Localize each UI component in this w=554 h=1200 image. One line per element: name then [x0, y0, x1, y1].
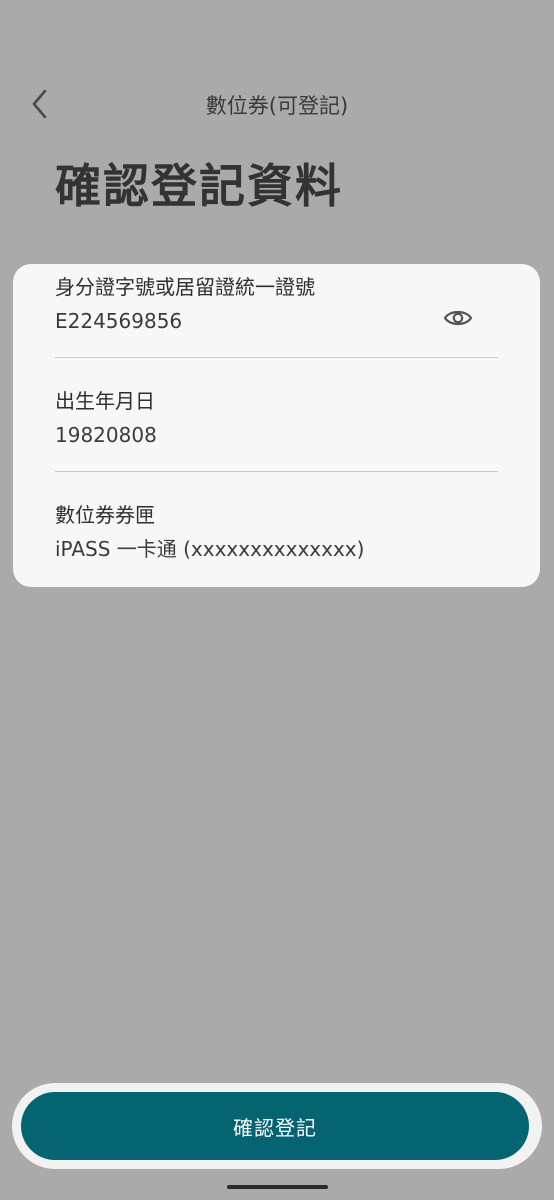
- top-bar: 數位券(可登記): [0, 78, 554, 130]
- info-card: 身分證字號或居留證統一證號 E224569856 出生年月日 19820808 …: [13, 264, 540, 587]
- header-title: 數位券(可登記): [205, 94, 349, 118]
- divider: [55, 357, 498, 358]
- voucher-wallet-field: 數位券券匣 iPASS 一卡通 (xxxxxxxxxxxxxx): [55, 502, 498, 562]
- id-number-field: 身分證字號或居留證統一證號 E224569856: [55, 274, 498, 334]
- confirm-register-button[interactable]: 確認登記: [21, 1092, 529, 1160]
- birth-date-label: 出生年月日: [55, 389, 155, 413]
- eye-icon: [443, 310, 473, 326]
- confirm-button-container: 確認登記: [12, 1083, 542, 1169]
- divider: [55, 471, 498, 472]
- voucher-wallet-label: 數位券券匣: [55, 503, 155, 527]
- birth-date-field: 出生年月日 19820808: [55, 388, 498, 448]
- birth-date-value: 19820808: [55, 423, 157, 447]
- id-number-label: 身分證字號或居留證統一證號: [55, 275, 315, 299]
- voucher-wallet-value: iPASS 一卡通 (xxxxxxxxxxxxxx): [55, 537, 365, 561]
- page-title: 確認登記資料: [55, 159, 343, 213]
- home-indicator: [227, 1185, 328, 1189]
- toggle-visibility-button[interactable]: [442, 305, 474, 331]
- id-number-value: E224569856: [55, 309, 183, 333]
